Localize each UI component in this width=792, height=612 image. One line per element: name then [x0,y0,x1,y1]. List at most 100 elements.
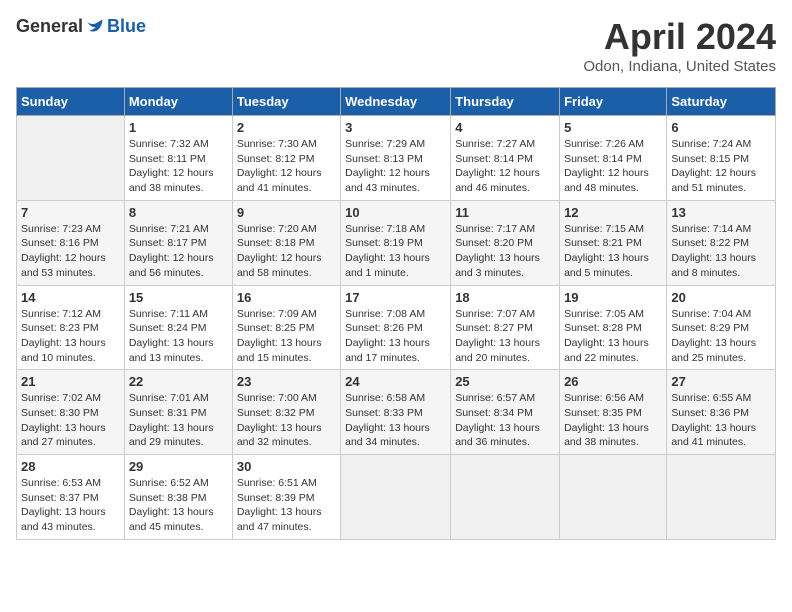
day-info: Sunrise: 6:57 AMSunset: 8:34 PMDaylight:… [455,391,555,450]
day-info: Sunrise: 7:18 AMSunset: 8:19 PMDaylight:… [345,222,446,281]
day-cell [451,455,560,540]
day-number: 1 [129,120,228,135]
day-info: Sunrise: 7:29 AMSunset: 8:13 PMDaylight:… [345,137,446,196]
title-block: April 2024 Odon, Indiana, United States [583,16,776,75]
day-number: 14 [21,290,120,305]
day-number: 8 [129,205,228,220]
day-info: Sunrise: 7:07 AMSunset: 8:27 PMDaylight:… [455,307,555,366]
calendar-table: SundayMondayTuesdayWednesdayThursdayFrid… [16,87,776,540]
day-number: 26 [564,374,662,389]
day-cell: 18 Sunrise: 7:07 AMSunset: 8:27 PMDayligh… [451,285,560,370]
day-info: Sunrise: 7:08 AMSunset: 8:26 PMDaylight:… [345,307,446,366]
day-info: Sunrise: 7:23 AMSunset: 8:16 PMDaylight:… [21,222,120,281]
day-cell: 1 Sunrise: 7:32 AMSunset: 8:11 PMDaylight… [124,116,232,201]
day-cell: 21 Sunrise: 7:02 AMSunset: 8:30 PMDayligh… [17,370,125,455]
day-info: Sunrise: 6:55 AMSunset: 8:36 PMDaylight:… [671,391,771,450]
week-row-2: 7 Sunrise: 7:23 AMSunset: 8:16 PMDaylight… [17,200,776,285]
day-cell: 13Sunrise: 7:14 AMSunset: 8:22 PMDayligh… [667,200,776,285]
day-number: 16 [237,290,336,305]
day-number: 4 [455,120,555,135]
column-header-wednesday: Wednesday [341,88,451,116]
logo: General Blue [16,16,146,37]
day-info: Sunrise: 7:04 AMSunset: 8:29 PMDaylight:… [671,307,771,366]
day-number: 19 [564,290,662,305]
day-cell: 7 Sunrise: 7:23 AMSunset: 8:16 PMDaylight… [17,200,125,285]
day-number: 27 [671,374,771,389]
day-number: 29 [129,459,228,474]
day-number: 7 [21,205,120,220]
week-row-4: 21 Sunrise: 7:02 AMSunset: 8:30 PMDayligh… [17,370,776,455]
day-number: 9 [237,205,336,220]
day-info: Sunrise: 7:27 AMSunset: 8:14 PMDaylight:… [455,137,555,196]
day-number: 23 [237,374,336,389]
day-info: Sunrise: 6:53 AMSunset: 8:37 PMDaylight:… [21,476,120,535]
week-row-5: 28 Sunrise: 6:53 AMSunset: 8:37 PMDayligh… [17,455,776,540]
day-info: Sunrise: 7:15 AMSunset: 8:21 PMDaylight:… [564,222,662,281]
location-text: Odon, Indiana, United States [583,58,776,75]
day-info: Sunrise: 7:30 AMSunset: 8:12 PMDaylight:… [237,137,336,196]
day-number: 10 [345,205,446,220]
day-number: 30 [237,459,336,474]
day-info: Sunrise: 7:17 AMSunset: 8:20 PMDaylight:… [455,222,555,281]
calendar-header-row: SundayMondayTuesdayWednesdayThursdayFrid… [17,88,776,116]
day-cell: 20 Sunrise: 7:04 AMSunset: 8:29 PMDayligh… [667,285,776,370]
day-cell: 24 Sunrise: 6:58 AMSunset: 8:33 PMDayligh… [341,370,451,455]
day-info: Sunrise: 7:26 AMSunset: 8:14 PMDaylight:… [564,137,662,196]
week-row-1: 1 Sunrise: 7:32 AMSunset: 8:11 PMDaylight… [17,116,776,201]
day-number: 13 [671,205,771,220]
logo-bird-icon [85,17,105,37]
day-cell [560,455,667,540]
day-info: Sunrise: 7:32 AMSunset: 8:11 PMDaylight:… [129,137,228,196]
day-cell: 23 Sunrise: 7:00 AMSunset: 8:32 PMDayligh… [232,370,340,455]
column-header-tuesday: Tuesday [232,88,340,116]
column-header-friday: Friday [560,88,667,116]
day-number: 21 [21,374,120,389]
day-cell: 19 Sunrise: 7:05 AMSunset: 8:28 PMDayligh… [560,285,667,370]
day-cell: 17Sunrise: 7:08 AMSunset: 8:26 PMDayligh… [341,285,451,370]
day-info: Sunrise: 7:02 AMSunset: 8:30 PMDaylight:… [21,391,120,450]
day-cell: 26Sunrise: 6:56 AMSunset: 8:35 PMDayligh… [560,370,667,455]
day-number: 22 [129,374,228,389]
day-cell: 28 Sunrise: 6:53 AMSunset: 8:37 PMDayligh… [17,455,125,540]
day-info: Sunrise: 7:05 AMSunset: 8:28 PMDaylight:… [564,307,662,366]
day-cell: 10 Sunrise: 7:18 AMSunset: 8:19 PMDayligh… [341,200,451,285]
day-info: Sunrise: 7:11 AMSunset: 8:24 PMDaylight:… [129,307,228,366]
day-cell: 30Sunrise: 6:51 AMSunset: 8:39 PMDayligh… [232,455,340,540]
day-info: Sunrise: 7:01 AMSunset: 8:31 PMDaylight:… [129,391,228,450]
day-cell: 4 Sunrise: 7:27 AMSunset: 8:14 PMDaylight… [451,116,560,201]
day-cell: 5Sunrise: 7:26 AMSunset: 8:14 PMDaylight… [560,116,667,201]
column-header-thursday: Thursday [451,88,560,116]
day-cell: 14 Sunrise: 7:12 AMSunset: 8:23 PMDayligh… [17,285,125,370]
day-cell [17,116,125,201]
column-header-saturday: Saturday [667,88,776,116]
column-header-sunday: Sunday [17,88,125,116]
day-cell: 15 Sunrise: 7:11 AMSunset: 8:24 PMDayligh… [124,285,232,370]
logo-general-text: General [16,16,83,37]
day-cell [341,455,451,540]
day-info: Sunrise: 6:58 AMSunset: 8:33 PMDaylight:… [345,391,446,450]
logo-blue-text: Blue [107,16,146,37]
day-info: Sunrise: 7:21 AMSunset: 8:17 PMDaylight:… [129,222,228,281]
day-cell: 3 Sunrise: 7:29 AMSunset: 8:13 PMDaylight… [341,116,451,201]
day-number: 18 [455,290,555,305]
day-number: 11 [455,205,555,220]
page-header: General Blue April 2024 Odon, Indiana, U… [16,16,776,75]
day-number: 28 [21,459,120,474]
day-info: Sunrise: 6:52 AMSunset: 8:38 PMDaylight:… [129,476,228,535]
day-number: 20 [671,290,771,305]
day-number: 3 [345,120,446,135]
day-number: 15 [129,290,228,305]
day-number: 25 [455,374,555,389]
day-cell: 29 Sunrise: 6:52 AMSunset: 8:38 PMDayligh… [124,455,232,540]
day-info: Sunrise: 7:20 AMSunset: 8:18 PMDaylight:… [237,222,336,281]
day-info: Sunrise: 7:12 AMSunset: 8:23 PMDaylight:… [21,307,120,366]
month-title: April 2024 [583,16,776,58]
day-cell [667,455,776,540]
day-info: Sunrise: 7:00 AMSunset: 8:32 PMDaylight:… [237,391,336,450]
day-cell: 8 Sunrise: 7:21 AMSunset: 8:17 PMDaylight… [124,200,232,285]
day-number: 12 [564,205,662,220]
day-cell: 25 Sunrise: 6:57 AMSunset: 8:34 PMDayligh… [451,370,560,455]
day-info: Sunrise: 7:24 AMSunset: 8:15 PMDaylight:… [671,137,771,196]
day-number: 24 [345,374,446,389]
day-number: 2 [237,120,336,135]
